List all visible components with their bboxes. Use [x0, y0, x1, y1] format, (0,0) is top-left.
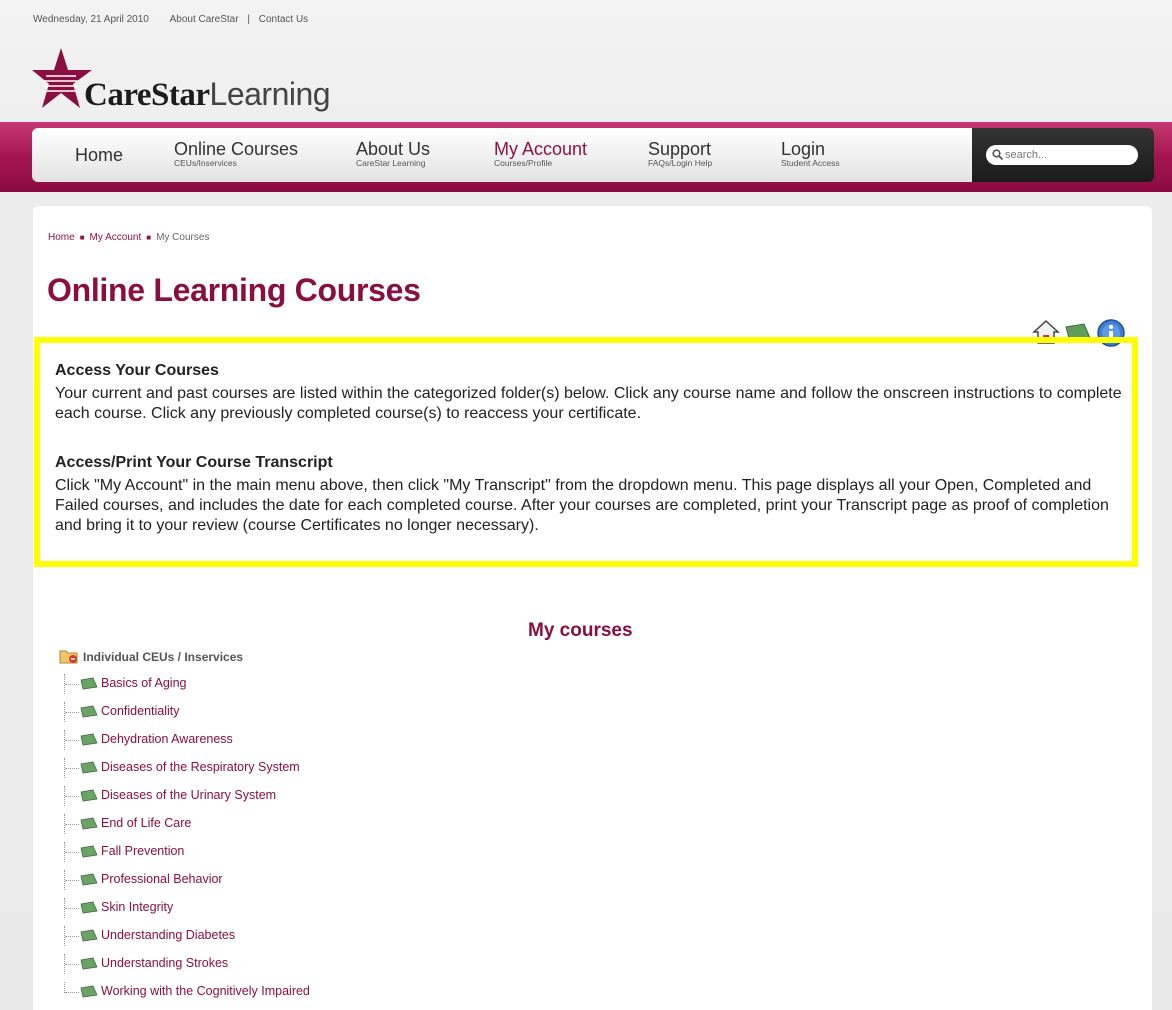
separator: | — [247, 14, 250, 25]
nav-support-sub: FAQs/Login Help — [648, 158, 713, 168]
course-icon — [80, 817, 98, 830]
tree-line — [64, 814, 80, 834]
nav-my-account-label: My Account — [494, 139, 588, 159]
course-name: Diseases of the Urinary System — [101, 788, 277, 802]
search-icon — [992, 149, 1003, 160]
nav-login[interactable]: Login Student Access — [781, 128, 840, 182]
course-item[interactable]: Understanding Strokes — [64, 954, 464, 974]
main-nav: Home Online Courses CEUs/Inservices Abou… — [32, 128, 972, 182]
course-name: Dehydration Awareness — [101, 732, 233, 746]
top-utility-bar: Wednesday, 21 April 2010 About CareStar … — [33, 14, 308, 25]
course-icon — [80, 705, 98, 718]
breadcrumb: Home ■ My Account ■ My Courses — [48, 232, 209, 243]
course-icon — [80, 845, 98, 858]
brand-bold: CareStar — [84, 77, 210, 113]
tree-line — [64, 730, 80, 750]
course-item[interactable]: End of Life Care — [64, 814, 464, 834]
course-item[interactable]: Professional Behavior — [64, 870, 464, 890]
my-courses-title: My courses — [528, 620, 633, 641]
course-name: Basics of Aging — [101, 676, 187, 690]
nav-online-courses-label: Online Courses — [174, 139, 299, 159]
brand-light: Learning — [209, 76, 331, 112]
nav-online-courses-sub: CEUs/Inservices — [174, 158, 237, 168]
nav-my-account-sub: Courses/Profile — [494, 158, 553, 168]
current-date: Wednesday, 21 April 2010 — [33, 14, 149, 25]
course-icon — [80, 733, 98, 746]
course-name: Fall Prevention — [101, 844, 185, 858]
nav-about-us-sub: CareStar Learning — [356, 158, 426, 168]
tree-line — [64, 674, 80, 694]
nav-home-label: Home — [75, 145, 124, 165]
breadcrumb-my-account[interactable]: My Account — [90, 232, 142, 243]
about-carestar-link[interactable]: About CareStar — [170, 14, 239, 25]
nav-support[interactable]: Support FAQs/Login Help — [648, 128, 712, 182]
course-name: Understanding Diabetes — [101, 928, 236, 942]
tree-line — [64, 954, 80, 974]
course-name: Skin Integrity — [101, 900, 174, 914]
course-item[interactable]: Basics of Aging — [64, 674, 464, 694]
brand-name: CareStarLearning — [84, 76, 331, 114]
search-area — [972, 128, 1154, 182]
course-icon — [80, 677, 98, 690]
tree-line — [64, 702, 80, 722]
course-icon — [80, 929, 98, 942]
course-icon — [80, 901, 98, 914]
course-item[interactable]: Working with the Cognitively Impaired — [64, 982, 464, 1002]
tree-line — [64, 982, 80, 993]
nav-login-label: Login — [781, 139, 826, 159]
nav-support-label: Support — [648, 139, 712, 159]
course-item[interactable]: Diseases of the Respiratory System — [64, 758, 464, 778]
course-name: Confidentiality — [101, 704, 180, 718]
tree-line — [64, 758, 80, 778]
course-icon — [80, 789, 98, 802]
breadcrumb-home[interactable]: Home — [48, 232, 75, 243]
nav-about-us[interactable]: About Us CareStar Learning — [356, 128, 430, 182]
course-icon — [80, 957, 98, 970]
tree-line — [64, 842, 80, 862]
tree-line — [64, 898, 80, 918]
tree-line — [64, 786, 80, 806]
course-name: Working with the Cognitively Impaired — [101, 984, 310, 998]
course-name: End of Life Care — [101, 816, 192, 830]
folder-icon — [59, 650, 78, 664]
transcript-heading: Access/Print Your Course Transcript — [55, 454, 333, 471]
folder-label: Individual CEUs / Inservices — [83, 650, 244, 664]
breadcrumb-bullet: ■ — [79, 233, 85, 242]
nav-online-courses[interactable]: Online Courses CEUs/Inservices — [174, 128, 298, 182]
course-item[interactable]: Skin Integrity — [64, 898, 464, 918]
nav-my-account[interactable]: My Account Courses/Profile — [494, 128, 587, 182]
nav-home[interactable]: Home — [75, 128, 123, 182]
access-courses-text: Your current and past courses are listed… — [55, 385, 1122, 422]
course-item[interactable]: Confidentiality — [64, 702, 464, 722]
transcript-text: Click "My Account" in the main menu abov… — [55, 477, 1109, 534]
course-icon — [80, 985, 98, 998]
nav-about-us-label: About Us — [356, 139, 431, 159]
tree-line — [64, 870, 80, 890]
course-icon — [80, 873, 98, 886]
access-courses-heading: Access Your Courses — [55, 362, 219, 379]
course-name: Understanding Strokes — [101, 956, 229, 970]
course-item[interactable]: Dehydration Awareness — [64, 730, 464, 750]
course-item[interactable]: Fall Prevention — [64, 842, 464, 862]
nav-login-sub: Student Access — [781, 158, 840, 168]
tree-line — [64, 926, 80, 946]
contact-us-link[interactable]: Contact Us — [259, 14, 308, 25]
search-input[interactable] — [986, 145, 1138, 165]
breadcrumb-current: My Courses — [156, 232, 210, 243]
course-name: Professional Behavior — [101, 872, 223, 886]
course-item[interactable]: Understanding Diabetes — [64, 926, 464, 946]
course-item[interactable]: Diseases of the Urinary System — [64, 786, 464, 806]
course-icon — [80, 761, 98, 774]
carestar-logo[interactable]: CareStarLearning — [32, 46, 372, 116]
course-name: Diseases of the Respiratory System — [101, 760, 300, 774]
page-title: Online Learning Courses — [47, 272, 421, 308]
breadcrumb-bullet: ■ — [146, 233, 152, 242]
